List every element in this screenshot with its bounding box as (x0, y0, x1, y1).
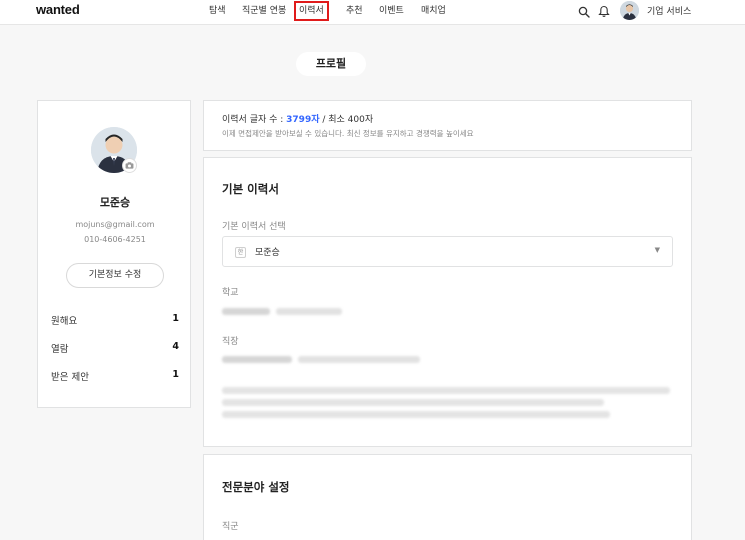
count-number: 3799자 (286, 115, 320, 125)
profile-phone: 010-4606-4251 (84, 235, 146, 244)
profile-card: 모준승 mojuns@gmail.com 010-4606-4251 기본정보 … (37, 100, 191, 408)
stat-value: 1 (172, 313, 179, 324)
specialty-card: 전문분야 설정 직군 (203, 454, 692, 540)
wanted-logo[interactable]: wanted (36, 2, 80, 17)
position-value-blurred (298, 356, 420, 363)
job-group-label: 직군 (222, 522, 239, 532)
stat-value: 4 (172, 341, 179, 352)
stat-row-offers[interactable]: 받은 제안 1 (51, 369, 179, 383)
resume-doc-icon: 한 (235, 247, 246, 258)
resume-count-card: 이력서 글자 수 : 3799자 / 최소 400자 이제 면접제안을 받아보실… (203, 100, 692, 151)
resume-char-count: 이력서 글자 수 : 3799자 / 최소 400자 (222, 112, 373, 125)
chevron-down-icon: ▼ (654, 246, 660, 254)
stat-row-views[interactable]: 열람 4 (51, 341, 179, 355)
resume-select[interactable]: 한 모준승 ▼ (222, 236, 673, 267)
school-label: 학교 (222, 288, 239, 298)
school-detail-blurred (276, 308, 342, 315)
company-value-blurred (222, 356, 292, 363)
search-icon[interactable] (578, 6, 590, 18)
stat-label: 원해요 (51, 316, 78, 327)
stat-label: 열람 (51, 344, 69, 355)
description-line-blurred (222, 387, 670, 394)
nav-recommend[interactable]: 추천 (346, 4, 363, 18)
business-service-link[interactable]: 기업 서비스 (647, 4, 691, 17)
bell-icon[interactable] (598, 5, 610, 18)
count-prefix: 이력서 글자 수 : (222, 115, 287, 125)
nav-explore[interactable]: 탐색 (209, 4, 226, 18)
stat-row-likes[interactable]: 원해요 1 (51, 313, 179, 327)
count-suffix: / 최소 400자 (319, 115, 374, 125)
edit-basic-info-button[interactable]: 기본정보 수정 (66, 263, 164, 288)
profile-email: mojuns@gmail.com (75, 220, 155, 229)
description-line-blurred (222, 411, 610, 418)
specialty-title: 전문분야 설정 (222, 480, 290, 494)
basic-resume-title: 기본 이력서 (222, 182, 279, 196)
description-line-blurred (222, 399, 604, 406)
profile-name: 모준승 (99, 196, 131, 209)
nav-resume[interactable]: 이력서 (294, 1, 329, 21)
stat-value: 1 (172, 369, 179, 380)
school-value-blurred (222, 308, 270, 315)
basic-resume-card: 기본 이력서 기본 이력서 선택 한 모준승 ▼ 학교 직장 (203, 157, 692, 447)
resume-select-value: 모준승 (255, 248, 280, 258)
camera-icon[interactable] (122, 158, 137, 173)
resume-select-label: 기본 이력서 선택 (222, 222, 286, 232)
job-label: 직장 (222, 337, 239, 347)
stat-label: 받은 제안 (51, 372, 89, 383)
nav-salary[interactable]: 직군별 연봉 (242, 4, 286, 18)
nav-matchup[interactable]: 매치업 (421, 4, 446, 18)
profile-tab[interactable]: 프로필 (296, 52, 366, 76)
resume-count-note: 이제 면접제안을 받아보실 수 있습니다. 최신 정보를 유지하고 경쟁력을 높… (222, 129, 474, 138)
top-nav: wanted 탐색 직군별 연봉 이력서 추천 이벤트 매치업 기업 서비스 (0, 0, 745, 25)
user-avatar[interactable] (620, 1, 639, 20)
nav-events[interactable]: 이벤트 (379, 4, 404, 18)
